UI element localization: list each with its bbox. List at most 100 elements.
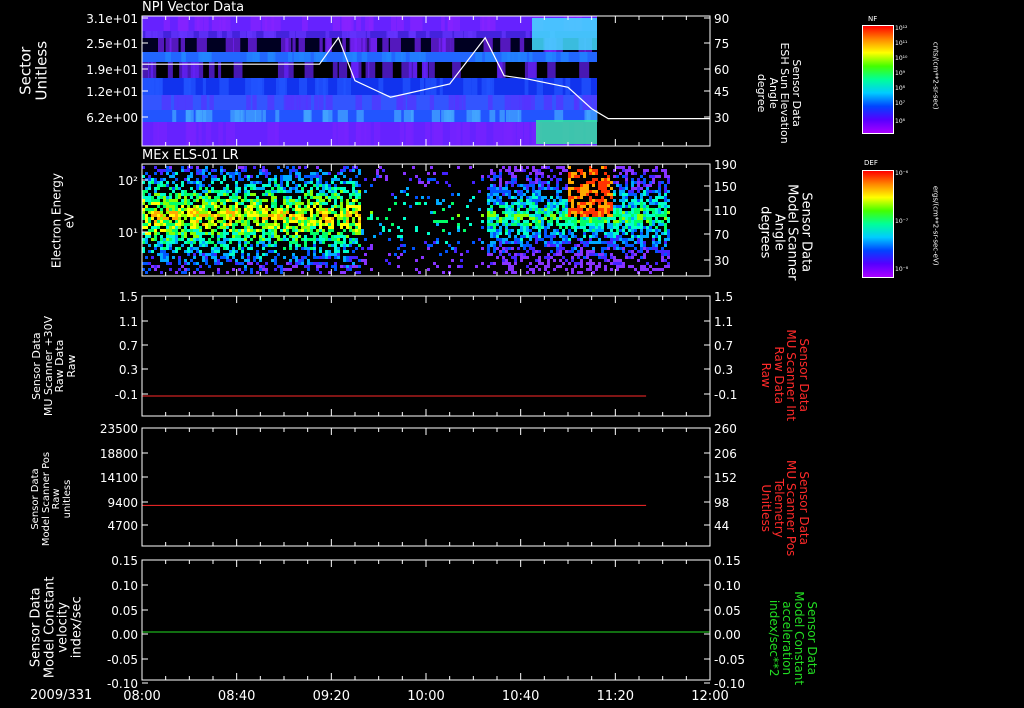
- spectrogram-cell: [658, 238, 661, 241]
- spectrogram-cell: [598, 238, 601, 241]
- spectrogram-cell: [565, 238, 568, 241]
- spectrogram-cell: [661, 181, 664, 184]
- spectrogram-cell: [547, 256, 550, 259]
- spectrogram-cell: [229, 205, 232, 208]
- spectrogram-cell: [334, 238, 337, 241]
- spectrogram-cell: [319, 262, 322, 265]
- spectrogram-cell: [325, 253, 328, 256]
- spectrogram-cell: [538, 235, 541, 238]
- spectrogram-cell: [184, 226, 187, 229]
- spectrogram-cell: [598, 241, 601, 244]
- spectrogram-cell: [547, 265, 550, 268]
- heatmap-cell: [434, 122, 443, 146]
- spectrogram-cell: [508, 217, 511, 220]
- spectrogram-cell: [229, 211, 232, 214]
- spectrogram-cell: [571, 181, 574, 184]
- spectrogram-cell: [427, 178, 430, 181]
- spectrogram-cell: [505, 169, 508, 172]
- spectrogram-cell: [331, 223, 334, 226]
- spectrogram-cell: [610, 262, 613, 265]
- spectrogram-cell: [268, 208, 271, 211]
- spectrogram-cell: [640, 220, 643, 223]
- spectrogram-cell: [523, 256, 526, 259]
- spectrogram-cell: [628, 250, 631, 253]
- spectrogram-cell: [172, 190, 175, 193]
- spectrogram-cell: [319, 181, 322, 184]
- spectrogram-cell: [184, 169, 187, 172]
- spectrogram-cell: [343, 259, 346, 262]
- spectrogram-cell: [661, 223, 664, 226]
- spectrogram-cell: [247, 226, 250, 229]
- spectrogram-cell: [646, 208, 649, 211]
- spectrogram-cell: [562, 205, 565, 208]
- heatmap-cell: [448, 95, 455, 110]
- spectrogram-cell: [274, 181, 277, 184]
- spectrogram-cell: [637, 214, 640, 217]
- spectrogram-cell: [346, 235, 349, 238]
- spectrogram-cell: [175, 208, 178, 211]
- spectrogram-cell: [514, 241, 517, 244]
- spectrogram-cell: [538, 172, 541, 175]
- spectrogram-cell: [505, 217, 508, 220]
- heatmap-cell: [219, 16, 231, 31]
- spectrogram-cell: [193, 235, 196, 238]
- spectrogram-cell: [523, 205, 526, 208]
- spectrogram-cell: [154, 223, 157, 226]
- spectrogram-cell: [619, 223, 622, 226]
- spectrogram-cell: [160, 178, 163, 181]
- spectrogram-cell: [343, 166, 346, 169]
- colorbar-def-label: 10⁻⁷: [895, 218, 909, 225]
- spectrogram-cell: [631, 193, 634, 196]
- spectrogram-cell: [355, 238, 358, 241]
- spectrogram-cell: [649, 181, 652, 184]
- spectrogram-cell: [553, 217, 556, 220]
- spectrogram-cell: [241, 217, 244, 220]
- spectrogram-cell: [592, 241, 595, 244]
- spectrogram-cell: [307, 181, 310, 184]
- spectrogram-cell: [184, 223, 187, 226]
- spectrogram-cell: [547, 223, 550, 226]
- spectrogram-cell: [307, 202, 310, 205]
- spectrogram-cell: [193, 256, 196, 259]
- spectrogram-cell: [550, 187, 553, 190]
- spectrogram-cell: [310, 229, 313, 232]
- spectrogram-cell: [439, 220, 442, 223]
- spectrogram-cell: [355, 256, 358, 259]
- spectrogram-cell: [160, 223, 163, 226]
- spectrogram-cell: [385, 178, 388, 181]
- spectrogram-cell: [295, 214, 298, 217]
- spectrogram-cell: [217, 214, 220, 217]
- spectrogram-cell: [295, 232, 298, 235]
- spectrogram-cell: [298, 190, 301, 193]
- spectrogram-cell: [490, 235, 493, 238]
- heatmap-cell: [482, 16, 491, 31]
- spectrogram-cell: [598, 229, 601, 232]
- spectrogram-cell: [145, 190, 148, 193]
- heatmap-cell: [475, 122, 487, 146]
- spectrogram-cell: [175, 202, 178, 205]
- spectrogram-cell: [517, 232, 520, 235]
- heatmap-cell: [547, 62, 556, 78]
- spectrogram-cell: [499, 238, 502, 241]
- spectrogram-cell: [271, 190, 274, 193]
- spectrogram-cell: [157, 205, 160, 208]
- spectrogram-cell: [238, 241, 241, 244]
- spectrogram-cell: [664, 208, 667, 211]
- spectrogram-cell: [145, 241, 148, 244]
- spectrogram-cell: [232, 250, 235, 253]
- spectrogram-cell: [190, 181, 193, 184]
- spectrogram-cell: [202, 256, 205, 259]
- spectrogram-cell: [400, 190, 403, 193]
- spectrogram-cell: [529, 229, 532, 232]
- spectrogram-cell: [286, 220, 289, 223]
- spectrogram-cell: [499, 178, 502, 181]
- spectrogram-cell: [328, 256, 331, 259]
- spectrogram-cell: [496, 229, 499, 232]
- spectrogram-cell: [523, 220, 526, 223]
- spectrogram-cell: [295, 220, 298, 223]
- spectrogram-cell: [193, 208, 196, 211]
- spectrogram-cell: [622, 202, 625, 205]
- spectrogram-cell: [343, 181, 346, 184]
- spectrogram-cell: [160, 247, 163, 250]
- spectrogram-cell: [250, 226, 253, 229]
